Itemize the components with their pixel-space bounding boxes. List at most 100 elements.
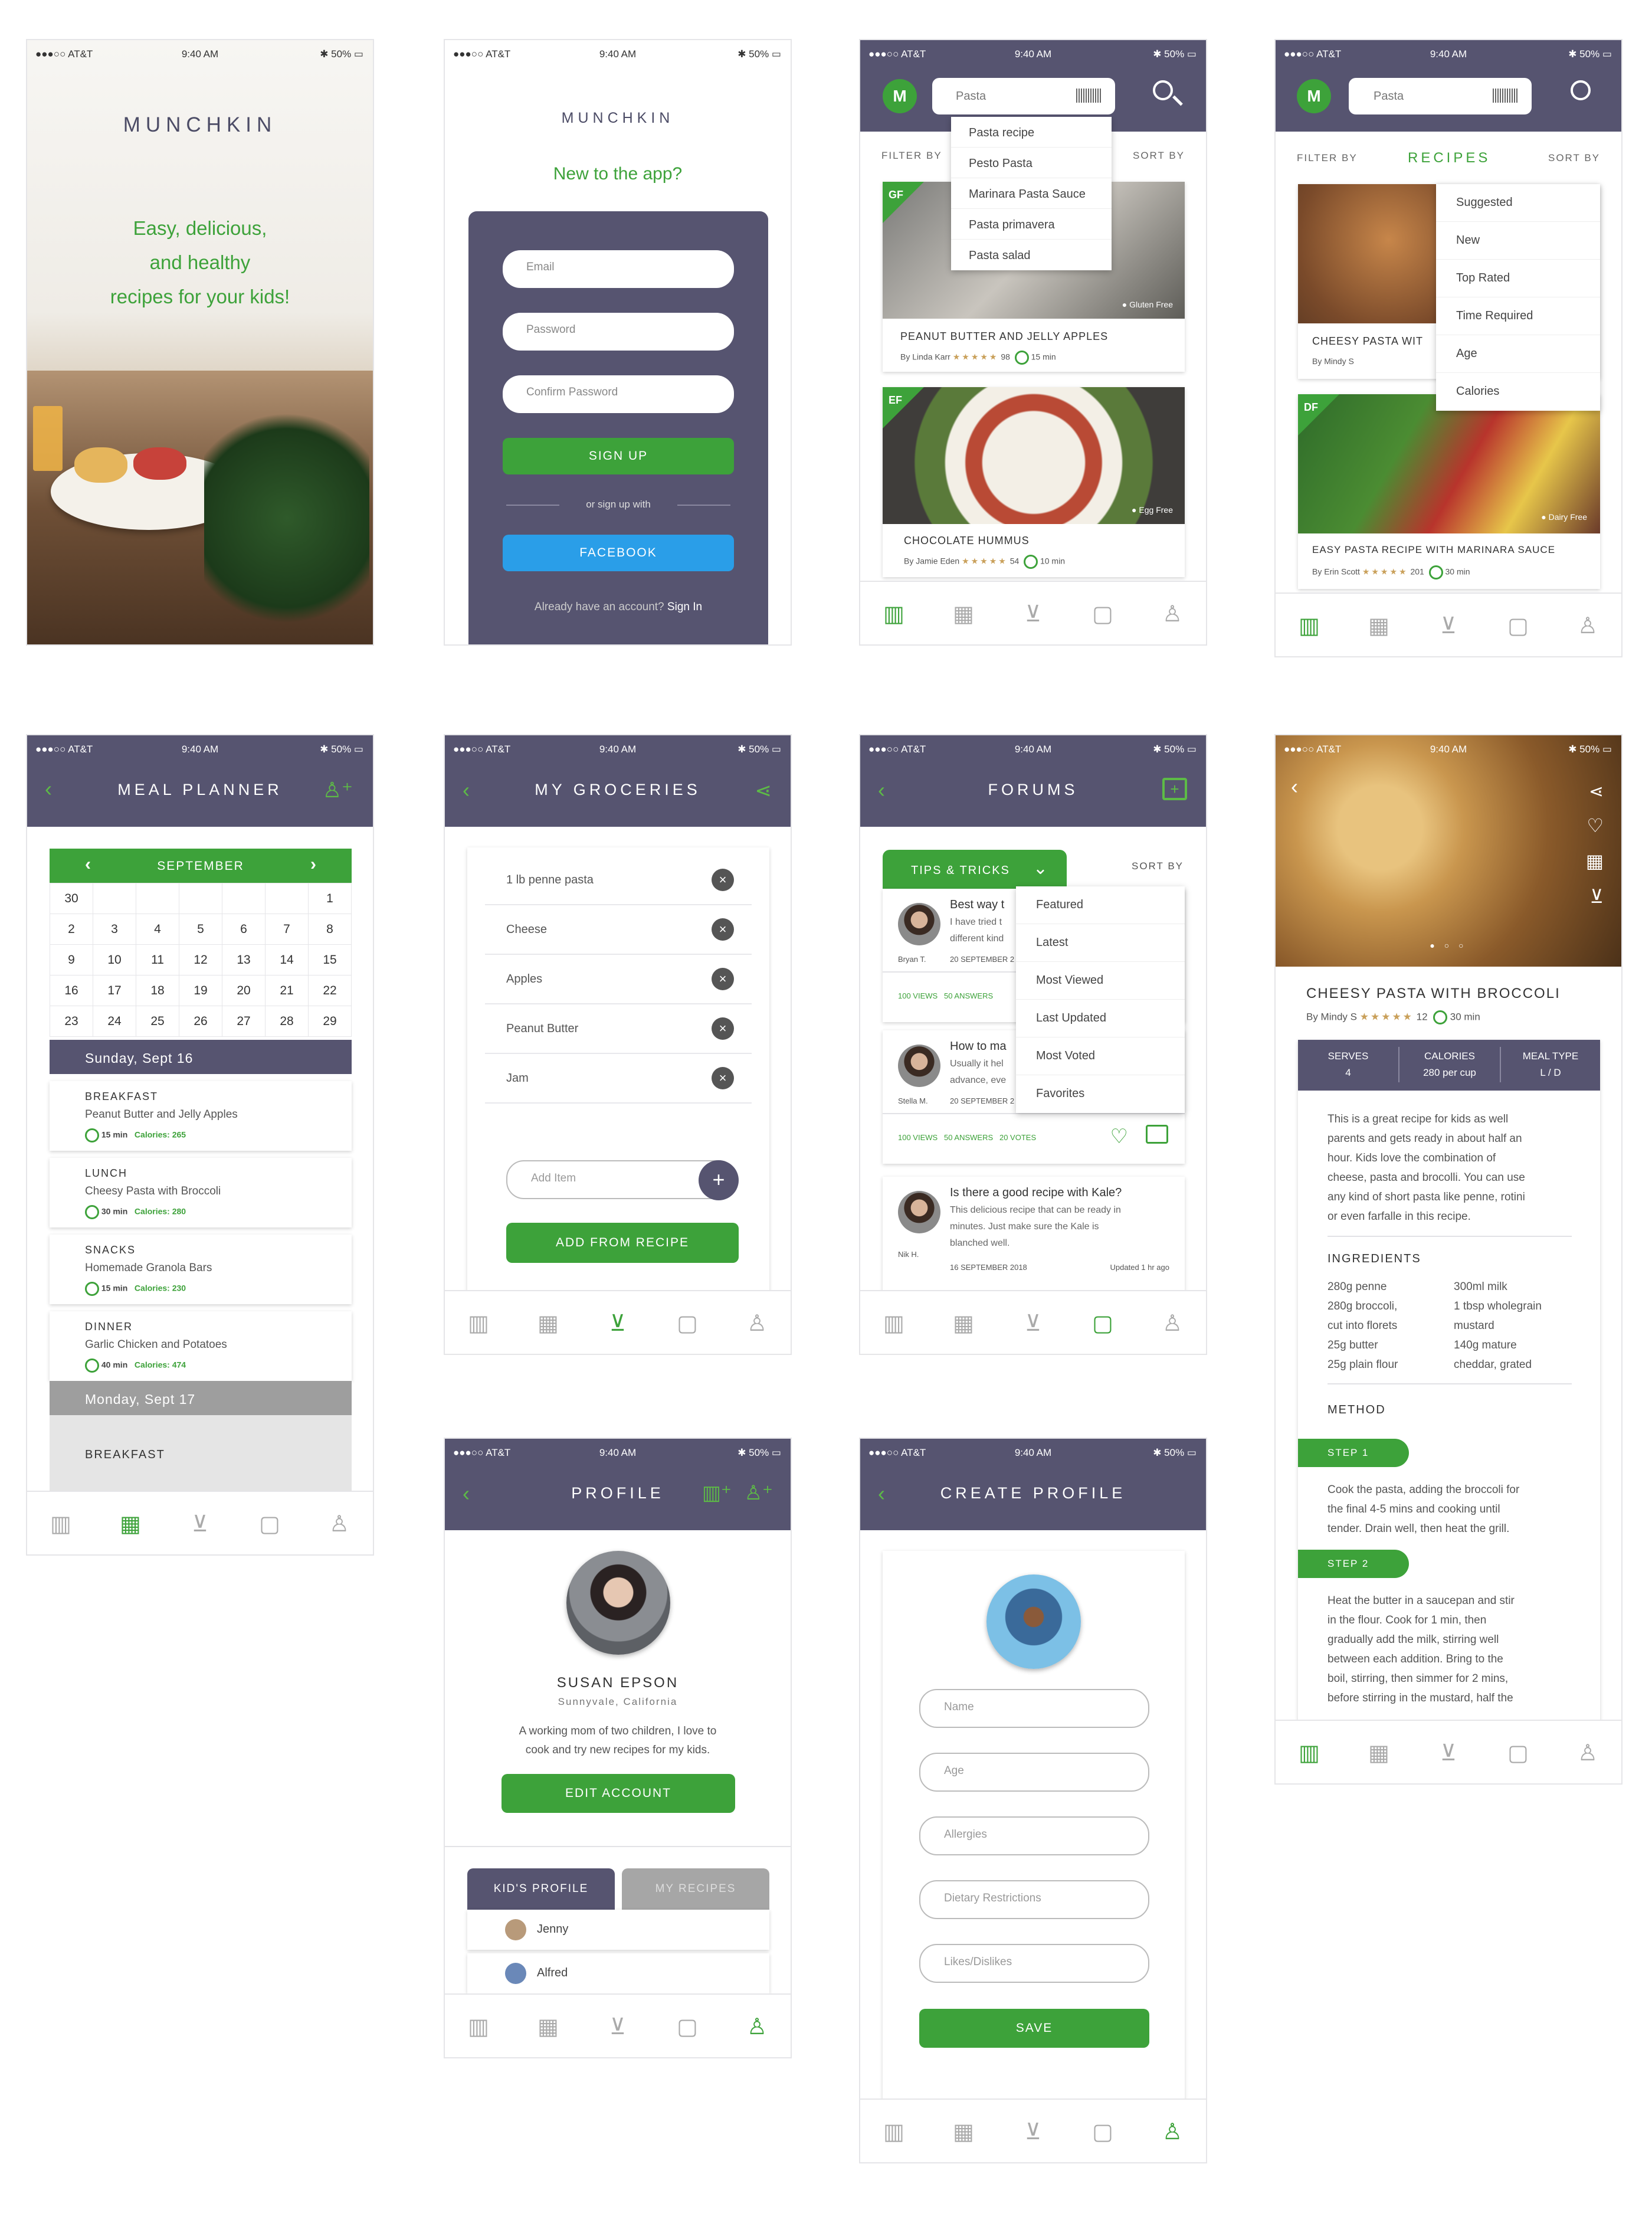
remove-item-icon[interactable]: × [712, 869, 734, 891]
sort-option[interactable]: New [1436, 222, 1600, 260]
heart-icon[interactable]: ♡ [1110, 1125, 1128, 1148]
tab-planner-calendar-icon[interactable]: ▦ [949, 1310, 978, 1337]
tab-forums-chat-icon[interactable]: ▢ [1088, 1310, 1117, 1337]
remove-item-icon[interactable]: × [712, 1067, 734, 1089]
share-icon[interactable]: ⋖ [755, 779, 772, 803]
calendar-day[interactable]: 1 [308, 883, 352, 914]
recipe-card[interactable]: EF ● Egg Free CHOCOLATE HUMMUS By Jamie … [883, 387, 1185, 577]
calendar-day[interactable] [222, 883, 266, 914]
calendar-day[interactable] [179, 883, 222, 914]
next-meal[interactable]: BREAKFAST [50, 1415, 352, 1493]
remove-item-icon[interactable]: × [712, 1017, 734, 1040]
tab-recipes-book-icon[interactable]: ▥ [464, 2014, 493, 2041]
tab-recipes-book-icon[interactable]: ▥ [879, 1310, 909, 1337]
tab-planner-calendar-icon[interactable]: ▦ [949, 601, 978, 628]
tab-recipes-book-icon[interactable]: ▥ [879, 601, 909, 628]
tab-groceries-cart-icon[interactable]: ⊻ [185, 1511, 215, 1538]
calendar-day[interactable]: 3 [93, 914, 136, 945]
tab-profile-person-icon[interactable]: ♙ [1573, 1740, 1602, 1767]
cart-add-icon[interactable]: ⊻ [1590, 885, 1604, 908]
calendar-day[interactable]: 30 [50, 883, 93, 914]
tab-groceries-cart-icon[interactable]: ⊻ [1018, 601, 1048, 628]
calendar-day[interactable] [136, 883, 179, 914]
grocery-item[interactable]: Jam × [485, 1054, 752, 1104]
calendar-day[interactable]: 7 [265, 914, 309, 945]
calendar-day[interactable]: 14 [265, 944, 309, 975]
search-input[interactable]: Pasta [932, 78, 1115, 114]
add-user-icon[interactable]: ♙⁺ [323, 778, 353, 803]
add-from-recipe-button[interactable]: ADD FROM RECIPE [506, 1223, 739, 1263]
meal-card[interactable]: LUNCH Cheesy Pasta with Broccoli 30 min C… [50, 1158, 352, 1227]
calendar-day[interactable]: 5 [179, 914, 222, 945]
calendar-day[interactable]: 13 [222, 944, 266, 975]
suggestion-item[interactable]: Pesto Pasta [951, 148, 1112, 178]
email-field[interactable]: Email [503, 250, 734, 288]
calendar-day[interactable] [93, 883, 136, 914]
heart-icon[interactable]: ♡ [1587, 814, 1604, 837]
calendar-day[interactable] [265, 883, 309, 914]
sort-option[interactable]: Suggested [1436, 184, 1600, 222]
tab-groceries-cart-icon[interactable]: ⊻ [1018, 1310, 1048, 1337]
add-user-icon[interactable]: ♙⁺ [745, 1481, 773, 1505]
save-button[interactable]: SAVE [919, 2009, 1149, 2048]
sort-option[interactable]: Top Rated [1436, 260, 1600, 297]
password-field[interactable]: Password [503, 313, 734, 351]
tab-planner-calendar-icon[interactable]: ▦ [1364, 1740, 1394, 1767]
tab-kids-profile[interactable]: KID'S PROFILE [467, 1868, 615, 1910]
suggestion-item[interactable]: Pasta salad [951, 240, 1112, 270]
app-logo-badge[interactable]: M [883, 79, 917, 113]
remove-item-icon[interactable]: × [712, 918, 734, 941]
suggestion-item[interactable]: Marinara Pasta Sauce [951, 178, 1112, 209]
calendar-day[interactable]: 10 [93, 944, 136, 975]
grocery-item[interactable]: Cheese × [485, 905, 752, 955]
tab-planner-calendar-icon[interactable]: ▦ [533, 2014, 563, 2041]
calendar-day[interactable]: 25 [136, 1006, 179, 1037]
tab-forums-chat-icon[interactable]: ▢ [673, 2014, 702, 2041]
calendar-day[interactable]: 15 [308, 944, 352, 975]
calendar-day[interactable]: 21 [265, 975, 309, 1006]
avatar[interactable] [986, 1574, 1081, 1669]
calendar-day[interactable]: 18 [136, 975, 179, 1006]
search-icon[interactable] [1153, 80, 1173, 100]
tab-recipes-book-icon[interactable]: ▥ [464, 1310, 493, 1337]
dietary-restrictions-field[interactable]: Dietary Restrictions [919, 1880, 1149, 1919]
tab-forums-chat-icon[interactable]: ▢ [1503, 613, 1533, 640]
tab-profile-person-icon[interactable]: ♙ [742, 1310, 772, 1337]
allergies-field[interactable]: Allergies [919, 1816, 1149, 1855]
filter-label[interactable]: FILTER BY [1297, 152, 1358, 164]
facebook-button[interactable]: FACEBOOK [503, 535, 734, 571]
category-tab[interactable]: TIPS & TRICKS ⌄ [883, 850, 1067, 889]
new-post-icon[interactable]: + [1162, 778, 1187, 800]
calendar-day[interactable]: 4 [136, 914, 179, 945]
suggestion-item[interactable]: Pasta recipe [951, 117, 1112, 148]
recipe-card[interactable]: DF ● Dairy Free EASY PASTA RECIPE WITH M… [1298, 394, 1600, 589]
search-input[interactable]: Pasta [1349, 78, 1532, 114]
tab-recipes-book-icon[interactable]: ▥ [879, 2119, 909, 2146]
calendar-day[interactable]: 23 [50, 1006, 93, 1037]
meal-card[interactable]: DINNER Garlic Chicken and Potatoes 40 min… [50, 1311, 352, 1381]
age-field[interactable]: Age [919, 1753, 1149, 1792]
calendar-day[interactable]: 2 [50, 914, 93, 945]
search-icon[interactable] [1571, 80, 1591, 100]
sort-label[interactable]: SORT BY [1132, 860, 1184, 872]
calendar-day[interactable]: 28 [265, 1006, 309, 1037]
tab-groceries-cart-icon[interactable]: ⊻ [1018, 2119, 1048, 2146]
tab-forums-chat-icon[interactable]: ▢ [1088, 601, 1117, 628]
back-icon[interactable]: ‹ [1291, 776, 1298, 797]
tab-recipes-book-icon[interactable]: ▥ [1294, 1740, 1324, 1767]
sort-option[interactable]: Age [1436, 335, 1600, 373]
meal-card[interactable]: BREAKFAST Peanut Butter and Jelly Apples … [50, 1081, 352, 1151]
remove-item-icon[interactable]: × [712, 968, 734, 990]
add-item-button[interactable]: + [699, 1160, 739, 1200]
tab-forums-chat-icon[interactable]: ▢ [1503, 1740, 1533, 1767]
tab-my-recipes[interactable]: MY RECIPES [622, 1868, 769, 1910]
tab-forums-chat-icon[interactable]: ▢ [255, 1511, 284, 1538]
barcode-icon[interactable] [1493, 89, 1519, 103]
sort-option[interactable]: Featured [1016, 886, 1185, 924]
tab-recipes-book-icon[interactable]: ▥ [46, 1511, 76, 1538]
add-recipe-icon[interactable]: ▥⁺ [702, 1481, 732, 1505]
tab-profile-person-icon[interactable]: ♙ [324, 1511, 354, 1538]
calendar-day[interactable]: 22 [308, 975, 352, 1006]
tab-groceries-cart-icon[interactable]: ⊻ [1434, 613, 1463, 640]
app-logo-badge[interactable]: M [1297, 79, 1331, 113]
